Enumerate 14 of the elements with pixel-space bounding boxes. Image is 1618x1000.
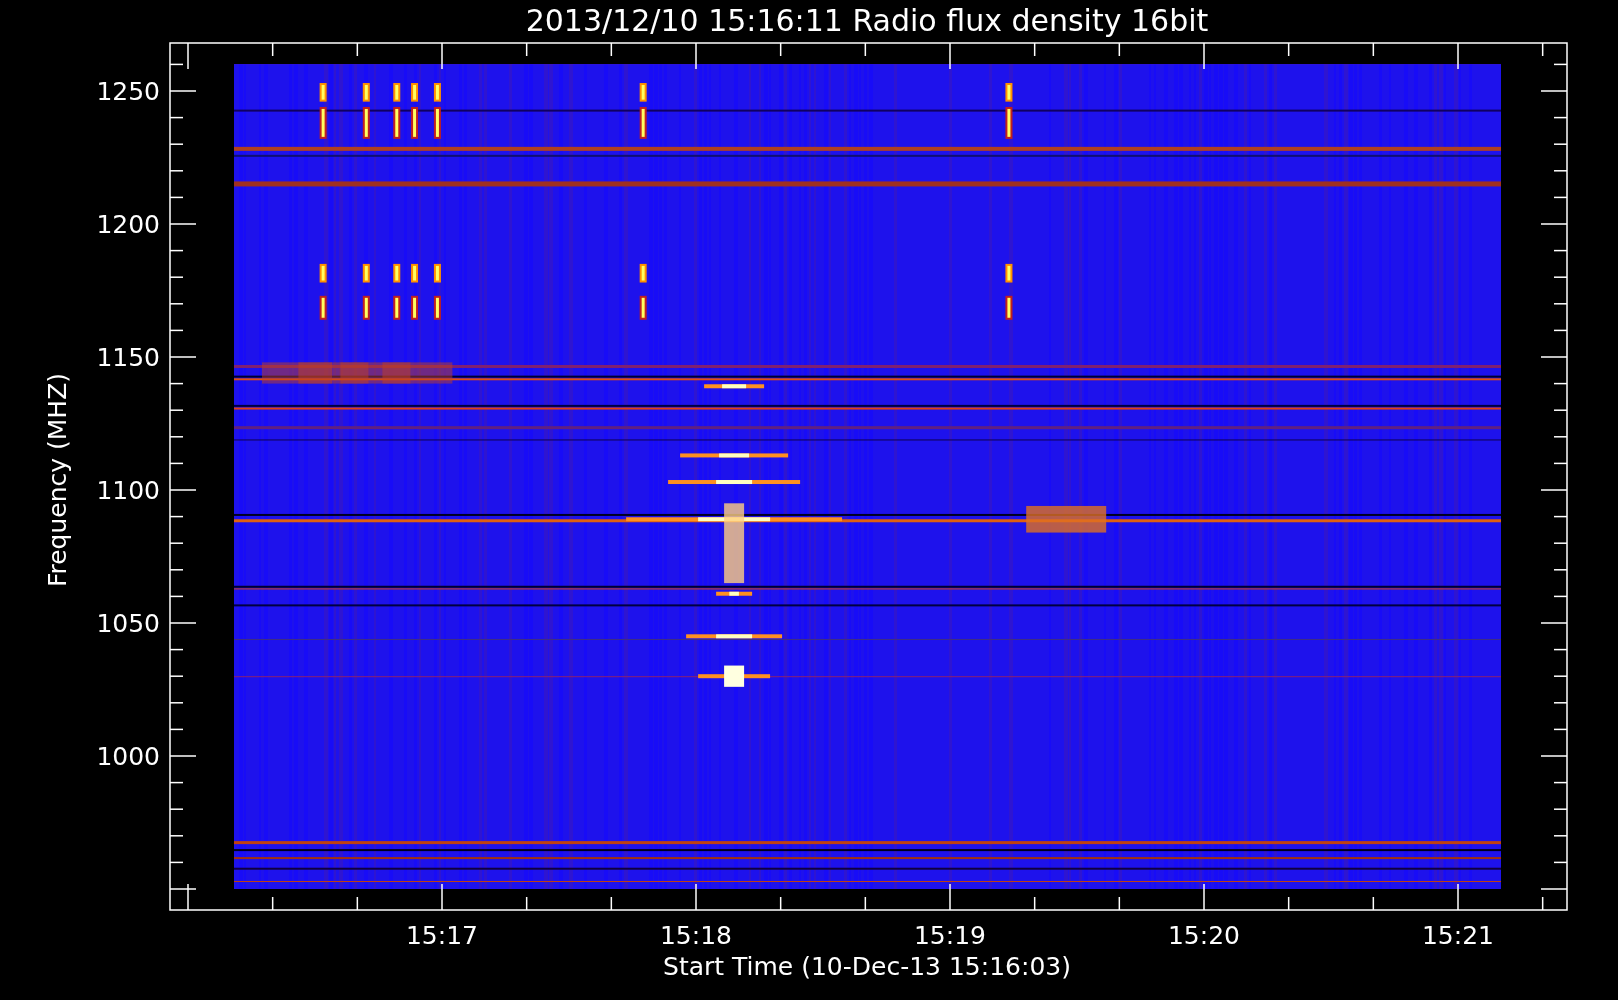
chart-title: 2013/12/10 15:16:11 Radio flux density 16bit (525, 3, 1209, 38)
tick-label: 1050 (96, 609, 160, 638)
tick-label: 15:19 (914, 921, 986, 950)
tick-label: 15:17 (406, 921, 478, 950)
tick-label: 1150 (96, 343, 160, 372)
tick-label: 15:21 (1422, 921, 1494, 950)
tick-label: 15:20 (1168, 921, 1240, 950)
axis-label: Start Time (10-Dec-13 15:16:03) (663, 952, 1071, 981)
tick-label: 1200 (96, 210, 160, 239)
tick-label: 1100 (96, 476, 160, 505)
tick-label: 1000 (96, 742, 160, 771)
tick-label: 1250 (96, 77, 160, 106)
axis-label: Frequency (MHZ) (43, 372, 72, 588)
tick-label: 15:18 (660, 921, 732, 950)
